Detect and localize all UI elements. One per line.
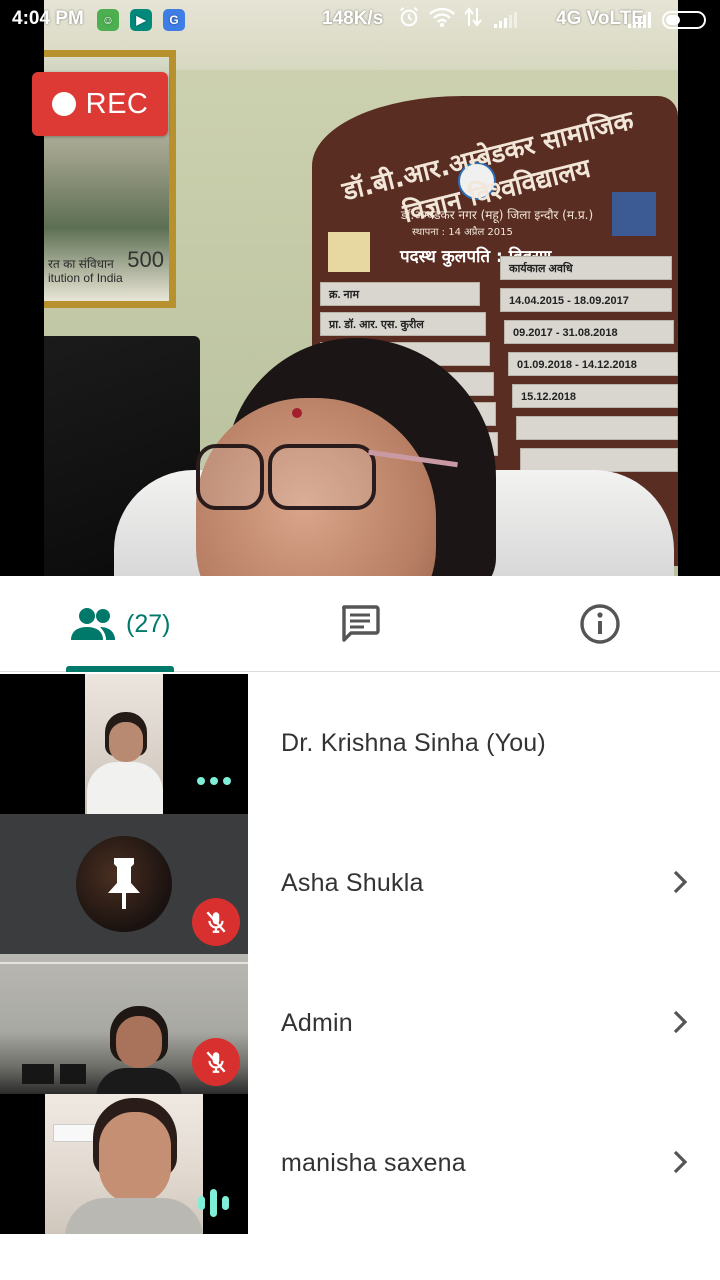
portrait-left [328,232,370,272]
speaker-bindi [292,408,302,418]
participant-count: (27) [126,609,171,638]
participant-name: Asha Shukla [281,869,424,897]
recording-label: REC [85,87,149,120]
participant-thumbnail [0,814,248,954]
thumb-body [65,1198,203,1234]
thumb-body [87,762,163,814]
mic-off-icon [192,898,240,946]
chevron-right-icon[interactable] [664,1146,696,1178]
chevron-right-icon[interactable] [664,866,696,898]
participant-video [45,1094,203,1234]
status-time: 4:04 PM [12,8,84,29]
participant-list: Dr. Krishna Sinha (You) Asha Shukla Admi… [0,674,720,1234]
data-transfer-icon [464,7,482,27]
participant-thumbnail [0,954,248,1094]
board-subtitle: डॉ.अम्बेडकर नगर (महू) जिला इन्दौर (म.प्र… [400,208,594,222]
frame-number: 500 [127,247,164,272]
glasses-right-lens [268,444,376,510]
meet-app-icon: ▶ [130,9,152,31]
chevron-right-icon[interactable] [664,1006,696,1038]
participant-video [85,674,163,814]
board-founded: स्थापना : 14 अप्रैल 2015 [412,227,513,238]
participant-row[interactable]: Admin [0,954,720,1094]
net-speed: 148K/s [322,8,384,29]
plate-left: क्र. नाम [320,282,480,306]
app-root: रत का संविधान itution of India 500 डॉ.बी… [0,0,720,1280]
status-bar: 4:04 PM ☺ ▶ G 148K/s 4G VoLTE [0,0,720,40]
pushpin-icon [108,858,140,909]
portrait-right [612,192,656,236]
thumb-face [109,722,143,762]
participant-name: Admin [281,1009,353,1037]
android-notification-icon: ☺ [97,9,119,31]
thumb-monitor [22,1064,54,1084]
more-options-icon[interactable] [197,777,231,785]
thumb-body [96,1068,182,1094]
speaking-indicator-icon [198,1189,229,1217]
participant-thumbnail [0,1094,248,1234]
wifi-icon [429,7,455,27]
avatar [76,836,172,932]
mic-off-icon [192,1038,240,1086]
participant-row[interactable]: manisha saxena [0,1094,720,1234]
thumb-monitor [60,1064,86,1084]
plate-right: 14.04.2015 - 18.09.2017 [500,288,672,312]
plate-right [516,416,678,440]
plate-right: कार्यकाल अवधि [500,256,672,280]
tab-people[interactable]: (27) [0,576,240,672]
frame-caption-line-2: itution of India [48,271,123,285]
battery-icon [662,11,706,29]
participant-name: Dr. Krishna Sinha (You) [281,729,546,757]
main-video[interactable]: रत का संविधान itution of India 500 डॉ.बी… [0,0,720,576]
participant-thumbnail [0,674,248,814]
recording-badge: REC [32,72,168,136]
speaker-person [116,328,536,576]
glasses-left-lens [196,444,264,510]
signal-icon [494,12,517,28]
plate-right [520,448,678,472]
participant-row[interactable]: Asha Shukla [0,814,720,954]
thumb-face [99,1112,171,1204]
participant-name: manisha saxena [281,1149,466,1177]
record-dot-icon [51,92,76,116]
participant-row[interactable]: Dr. Krishna Sinha (You) [0,674,720,814]
tab-chat[interactable] [240,576,480,672]
signal-icon-2 [628,12,651,28]
tab-active-indicator [66,666,174,672]
alarm-icon [400,7,418,27]
plate-right: 15.12.2018 [512,384,678,408]
chat-icon [342,605,380,642]
status-icons [398,6,482,28]
thumb-face [116,1016,162,1068]
info-icon [580,604,620,644]
translate-app-icon: G [163,9,185,31]
tab-info[interactable] [480,576,720,672]
frame-caption: रत का संविधान itution of India 500 [48,249,166,286]
tab-bar: (27) [0,576,720,672]
thumb-ceiling-line [0,962,248,964]
people-icon [71,608,115,640]
